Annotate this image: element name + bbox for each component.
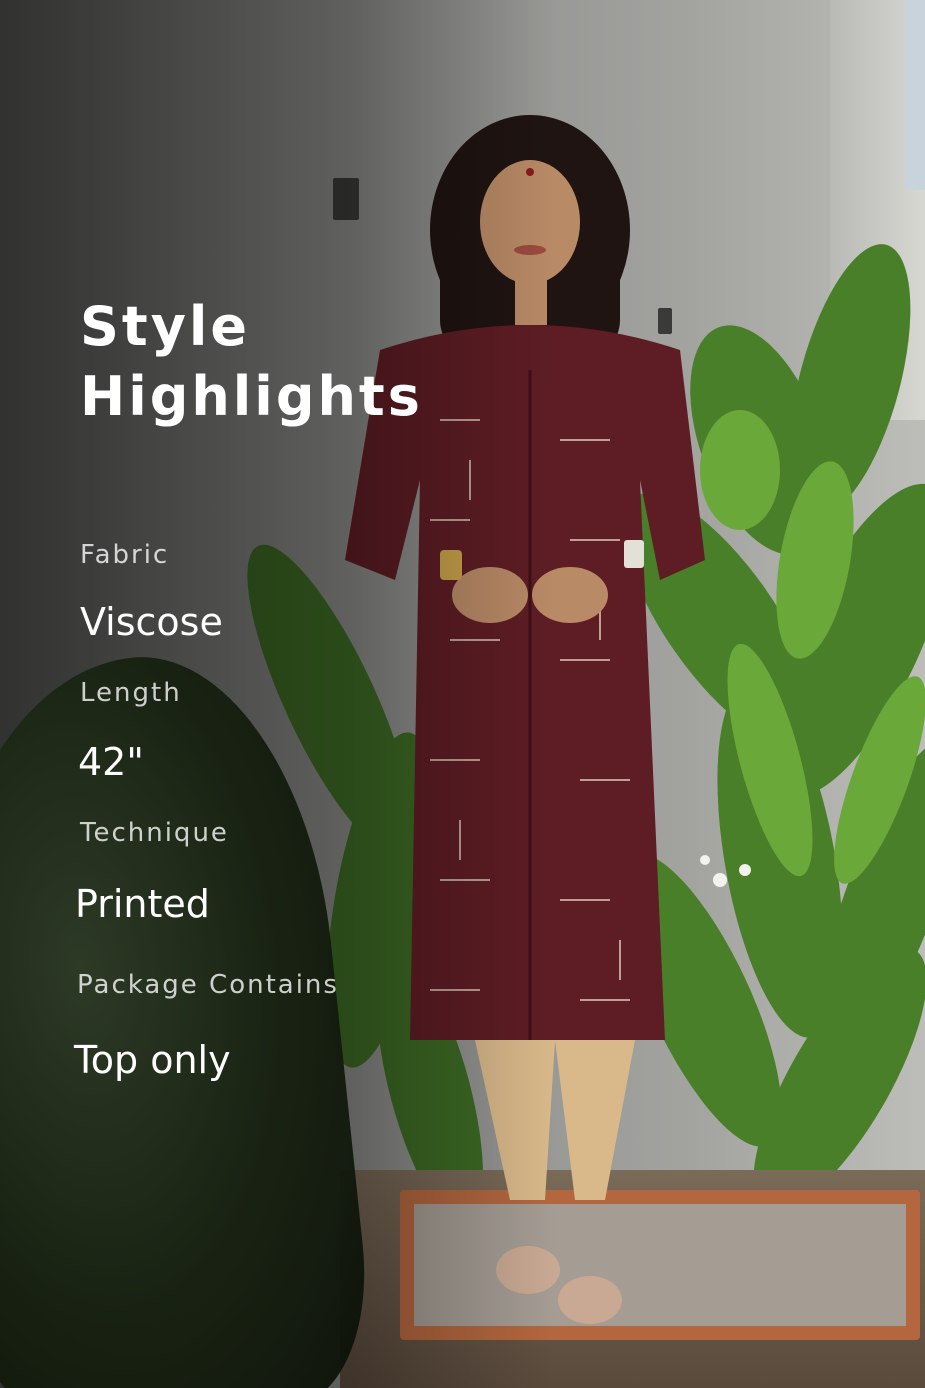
heading-line-2: Highlights xyxy=(80,365,423,428)
spec-value-length: 42" xyxy=(78,740,144,784)
spec-label-technique: Technique xyxy=(80,818,229,848)
spec-value-technique: Printed xyxy=(75,882,210,926)
spec-value-package: Top only xyxy=(74,1038,231,1082)
heading-line-1: Style xyxy=(80,295,251,358)
spec-label-length: Length xyxy=(80,678,182,708)
spec-label-fabric: Fabric xyxy=(80,540,170,570)
style-highlights-heading: Style Highlights xyxy=(80,292,423,432)
spec-value-fabric: Viscose xyxy=(80,600,223,644)
product-banner: Style Highlights Fabric Viscose Length 4… xyxy=(0,0,925,1388)
spec-label-package: Package Contains xyxy=(77,970,339,1000)
